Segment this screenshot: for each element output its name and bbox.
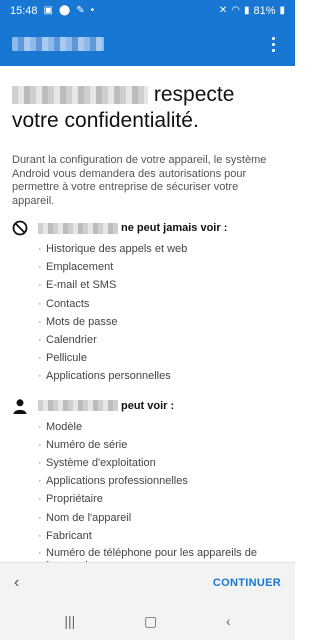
gallery-icon: ▣ <box>43 5 53 16</box>
privacy-content[interactable]: respecte votre confidentialité. Durant l… <box>0 66 295 562</box>
company-name-redacted <box>38 222 118 234</box>
cannot-see-title: ne peut jamais voir : <box>121 222 228 234</box>
company-name-redacted <box>12 86 148 105</box>
intro-text: Durant la configuration de votre apparei… <box>12 154 267 207</box>
list-item: Nom de l'appareil <box>38 509 283 527</box>
can-see-list: Modèle Numéro de série Système d'exploit… <box>12 418 283 562</box>
signal-icon: ▮ <box>243 5 250 16</box>
list-item: Emplacement <box>38 258 283 276</box>
nav-back-icon[interactable]: ‹ <box>226 613 231 629</box>
title-line1: respecte <box>153 83 235 106</box>
more-options-icon[interactable] <box>263 32 283 56</box>
list-item: Système d'exploitation <box>38 454 283 472</box>
bottom-action-bar: ‹ CONTINUER <box>0 562 295 602</box>
mute-icon: ✕ <box>218 5 228 16</box>
battery-level: 81% <box>253 5 276 17</box>
continue-button[interactable]: CONTINUER <box>213 577 281 589</box>
cannot-see-section-header: ne peut jamais voir : <box>12 220 283 236</box>
can-see-title: peut voir : <box>121 399 175 412</box>
recent-apps-icon[interactable]: ||| <box>64 613 75 629</box>
list-item: Applications professionnelles <box>38 472 283 490</box>
wifi-icon: ◠ <box>231 5 240 16</box>
list-item: Contacts <box>38 295 283 313</box>
list-item: Fabricant <box>38 527 283 545</box>
home-icon[interactable]: ▢ <box>144 613 157 630</box>
list-item: Pellicule <box>38 349 283 367</box>
list-item: Numéro de série <box>38 436 283 454</box>
battery-icon: ▮ <box>279 5 285 16</box>
page-title: respecte votre confidentialité. <box>12 82 283 134</box>
back-chevron-icon[interactable]: ‹ <box>14 574 34 592</box>
list-item: Propriétaire <box>38 490 283 508</box>
app-title-redacted <box>12 37 104 51</box>
can-see-section-header: peut voir : <box>12 398 283 414</box>
person-icon <box>13 398 27 414</box>
app-bar <box>0 22 295 66</box>
location-icon: ⬤ <box>58 5 71 16</box>
title-line2: votre confidentialité. <box>12 109 199 132</box>
list-item: Modèle <box>38 418 283 436</box>
list-item: Historique des appels et web <box>38 240 283 258</box>
list-item: Numéro de téléphone pour les appareils d… <box>38 545 283 562</box>
tools-icon: ✎ <box>76 5 85 16</box>
list-item: Applications personnelles <box>38 367 283 385</box>
dot-icon: • <box>90 5 95 16</box>
block-icon <box>12 220 28 236</box>
status-bar: 15:48 ▣ ⬤ ✎ • ✕ ◠ ▮ 81% ▮ <box>0 0 295 22</box>
list-item: Mots de passe <box>38 313 283 331</box>
cannot-see-list: Historique des appels et web Emplacement… <box>12 240 283 386</box>
status-time: 15:48 <box>10 5 38 17</box>
company-name-redacted <box>38 400 118 412</box>
system-nav-bar: ||| ▢ ‹ <box>0 602 295 640</box>
list-item: Calendrier <box>38 331 283 349</box>
list-item: E-mail et SMS <box>38 276 283 294</box>
